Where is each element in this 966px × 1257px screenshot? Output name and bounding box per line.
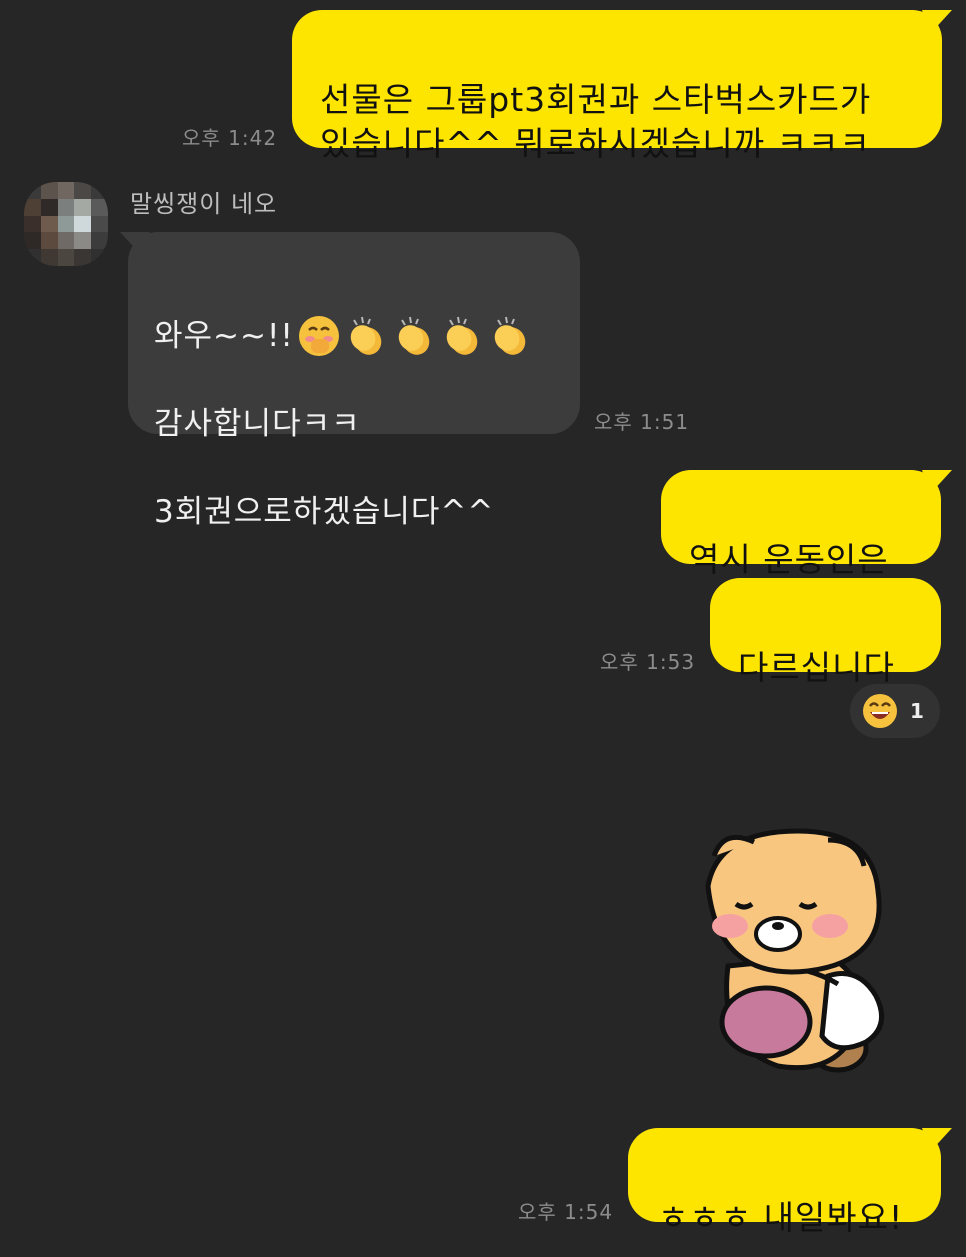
message-bubble-3[interactable]: 역시 운동인은 — [661, 470, 941, 579]
message-line: 3회권으로하겠습니다^^ — [154, 494, 495, 530]
clapping-hands-icon — [494, 316, 526, 355]
message-time: 오후 1:42 — [182, 126, 278, 150]
lion-character-sticker[interactable] — [688, 826, 898, 1078]
message-bubble-1[interactable]: 선물은 그룹pt3회권과 스타벅스카드가 있습니다^^ 뭐로하시겠습니까 ㅋㅋㅋ — [292, 10, 942, 163]
message-text: 선물은 그룹pt3회권과 스타벅스카드가 있습니다^^ 뭐로하시겠습니까 ㅋㅋㅋ — [320, 80, 872, 163]
clapping-hands-icon — [350, 316, 382, 355]
message-time: 오후 1:51 — [594, 410, 690, 434]
message-line: 와우~~!! — [154, 314, 554, 358]
message-bubble-4[interactable]: 다르십니다 — [710, 578, 941, 687]
grinning-face-icon — [863, 694, 897, 728]
reaction-count: 1 — [910, 699, 924, 723]
message-text: 다르십니다 — [738, 648, 895, 687]
sender-name: 말씽쟁이 네오 — [130, 190, 278, 218]
message-bubble-2[interactable]: 와우~~!! 감사합니다ㅋㅋ 3회권으로하겠습니다^^ — [128, 232, 580, 530]
message-text: 와우~~!! — [154, 318, 294, 354]
message-bubble-5[interactable]: ㅎㅎㅎ 내일봐요! — [628, 1128, 941, 1237]
bubble-tail — [922, 10, 952, 34]
message-line: 감사합니다ㅋㅋ — [154, 406, 361, 442]
message-time: 오후 1:53 — [600, 650, 696, 674]
clapping-hands-icon — [446, 316, 478, 355]
reaction-badge[interactable]: 1 — [850, 684, 940, 738]
clapping-hands-icon — [398, 316, 430, 355]
bubble-tail — [922, 1128, 952, 1152]
message-time: 오후 1:54 — [518, 1200, 614, 1224]
message-text: ㅎㅎㅎ 내일봐요! — [658, 1198, 904, 1237]
bubble-tail — [120, 232, 150, 256]
message-text: 역시 운동인은 — [689, 540, 889, 579]
bubble-tail — [922, 470, 952, 494]
avatar[interactable] — [24, 182, 108, 266]
hand-over-mouth-emoji-icon — [298, 316, 339, 356]
